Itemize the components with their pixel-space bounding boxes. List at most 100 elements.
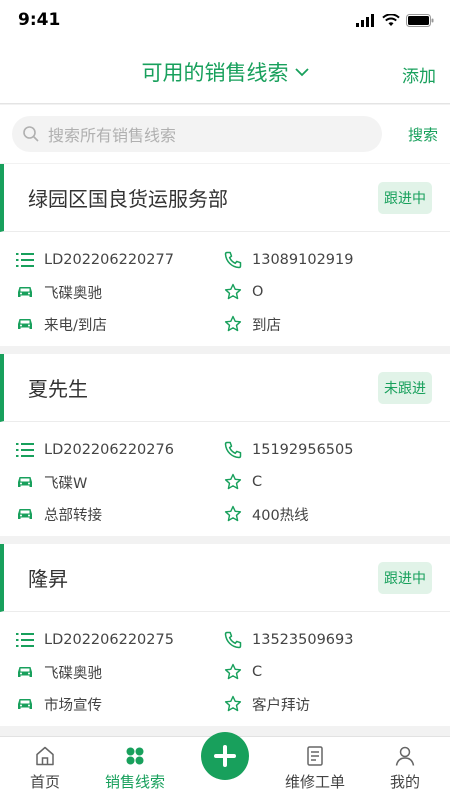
status-badge: 未跟进 [378, 371, 432, 404]
car-icon [18, 319, 32, 329]
status-time: 9:41 [18, 10, 61, 30]
chevron-down-icon [294, 67, 309, 76]
status-badge: 跟进中 [378, 561, 432, 594]
lead-card-header: 夏先生 未跟进 [0, 354, 450, 422]
lead-source-cell: 来电/到店 [0, 314, 224, 335]
tab-leads[interactable]: 销售线索 [90, 737, 180, 800]
car-icon [18, 477, 32, 487]
search-placeholder: 搜索所有销售线索 [48, 126, 177, 145]
search-button[interactable]: 搜索 [382, 124, 438, 145]
add-button[interactable]: 添加 [402, 62, 436, 87]
lead-card-body: LD202206220275 13523509693 飞碟奥驰 C 市场宣传 客… [0, 612, 450, 726]
lead-car-model: 飞碟奥驰 [44, 665, 102, 682]
battery-icon [406, 13, 434, 27]
lead-card[interactable]: 绿园区国良货运服务部 跟进中 LD202206220277 1308910291… [0, 164, 450, 346]
lead-row: LD202206220276 15192956505 [0, 434, 450, 466]
list-icon [16, 633, 34, 647]
lead-channel: 到店 [252, 317, 281, 334]
status-icons [356, 13, 434, 27]
lead-phone: 15192956505 [252, 442, 354, 458]
phone-icon [224, 441, 242, 459]
star-icon [224, 695, 242, 712]
lead-name: 夏先生 [28, 377, 88, 401]
signal-icon [356, 13, 374, 27]
car-icon [18, 699, 32, 709]
lead-level: O [252, 284, 264, 300]
lead-level-cell: O [224, 283, 263, 301]
plus-icon [214, 744, 236, 767]
phone-icon [224, 631, 242, 649]
create-button[interactable] [201, 731, 249, 780]
tab-create[interactable] [180, 731, 270, 800]
search-bar: 搜索所有销售线索 搜索 [0, 105, 450, 163]
page-title: 可用的销售线索 [141, 60, 289, 85]
tab-bar: 首页 销售线索 维修工单 我的 [0, 731, 450, 800]
status-badge: 跟进中 [378, 181, 432, 214]
lead-source: 总部转接 [44, 507, 102, 524]
lead-code: LD202206220275 [44, 632, 174, 648]
lead-car-model: 飞碟奥驰 [44, 285, 102, 302]
star-icon [224, 283, 242, 300]
tab-mine-label: 我的 [389, 773, 420, 791]
tab-home-label: 首页 [29, 773, 60, 791]
lead-level: C [252, 664, 263, 680]
lead-code-cell: LD202206220277 [0, 251, 224, 269]
lead-car-cell: 飞碟奥驰 [0, 662, 224, 683]
lead-filter-dropdown[interactable]: 可用的销售线索 [142, 57, 309, 87]
tab-repair[interactable]: 维修工单 [270, 737, 360, 800]
search-icon [23, 126, 39, 142]
lead-card[interactable]: 隆昇 跟进中 LD202206220275 13523509693 飞碟奥驰 C… [0, 544, 450, 726]
lead-code: LD202206220276 [44, 442, 174, 458]
nav-bar: 可用的销售线索 添加 [0, 40, 450, 104]
car-icon [18, 509, 32, 519]
lead-card-body: LD202206220276 15192956505 飞碟W C 总部转接 40… [0, 422, 450, 536]
lead-row: 飞碟奥驰 O [0, 276, 450, 308]
lead-channel-cell: 400热线 [224, 504, 309, 525]
lead-level-cell: C [224, 473, 262, 491]
wifi-icon [382, 13, 400, 26]
lead-card-header: 隆昇 跟进中 [0, 544, 450, 612]
lead-level: C [252, 474, 263, 490]
lead-row: 飞碟W C [0, 466, 450, 498]
lead-channel: 400热线 [252, 507, 309, 524]
star-icon [224, 315, 242, 332]
lead-channel-cell: 客户拜访 [224, 694, 310, 715]
lead-row: LD202206220275 13523509693 [0, 624, 450, 656]
user-icon [395, 746, 415, 766]
document-icon [307, 746, 323, 766]
phone-icon [224, 251, 242, 269]
lead-phone: 13089102919 [252, 252, 354, 268]
search-input[interactable]: 搜索所有销售线索 [12, 116, 382, 152]
lead-phone-cell[interactable]: 13523509693 [224, 631, 353, 649]
lead-card-body: LD202206220277 13089102919 飞碟奥驰 O 来电/到店 … [0, 232, 450, 346]
lead-name: 绿园区国良货运服务部 [28, 187, 228, 211]
lead-list: 绿园区国良货运服务部 跟进中 LD202206220277 1308910291… [0, 164, 450, 734]
lead-source: 市场宣传 [44, 697, 102, 714]
star-icon [224, 663, 242, 680]
lead-card[interactable]: 夏先生 未跟进 LD202206220276 15192956505 飞碟W C… [0, 354, 450, 536]
star-icon [224, 473, 242, 490]
lead-row: 总部转接 400热线 [0, 498, 450, 530]
lead-row: LD202206220277 13089102919 [0, 244, 450, 276]
lead-source: 来电/到店 [44, 317, 107, 334]
lead-car-cell: 飞碟W [0, 472, 224, 493]
lead-phone-cell[interactable]: 15192956505 [224, 441, 353, 459]
tab-mine[interactable]: 我的 [360, 737, 450, 800]
lead-source-cell: 市场宣传 [0, 694, 224, 715]
car-icon [18, 667, 32, 677]
star-icon [224, 505, 242, 522]
status-bar: 9:41 [0, 0, 450, 40]
lead-phone: 13523509693 [252, 632, 354, 648]
list-icon [16, 443, 34, 457]
tab-home[interactable]: 首页 [0, 737, 90, 800]
lead-code-cell: LD202206220276 [0, 441, 224, 459]
tab-repair-label: 维修工单 [284, 773, 345, 791]
car-icon [18, 287, 32, 297]
lead-source-cell: 总部转接 [0, 504, 224, 525]
lead-card-header: 绿园区国良货运服务部 跟进中 [0, 164, 450, 232]
lead-code: LD202206220277 [44, 252, 174, 268]
lead-phone-cell[interactable]: 13089102919 [224, 251, 353, 269]
list-icon [16, 253, 34, 267]
lead-code-cell: LD202206220275 [0, 631, 224, 649]
lead-row: 飞碟奥驰 C [0, 656, 450, 688]
